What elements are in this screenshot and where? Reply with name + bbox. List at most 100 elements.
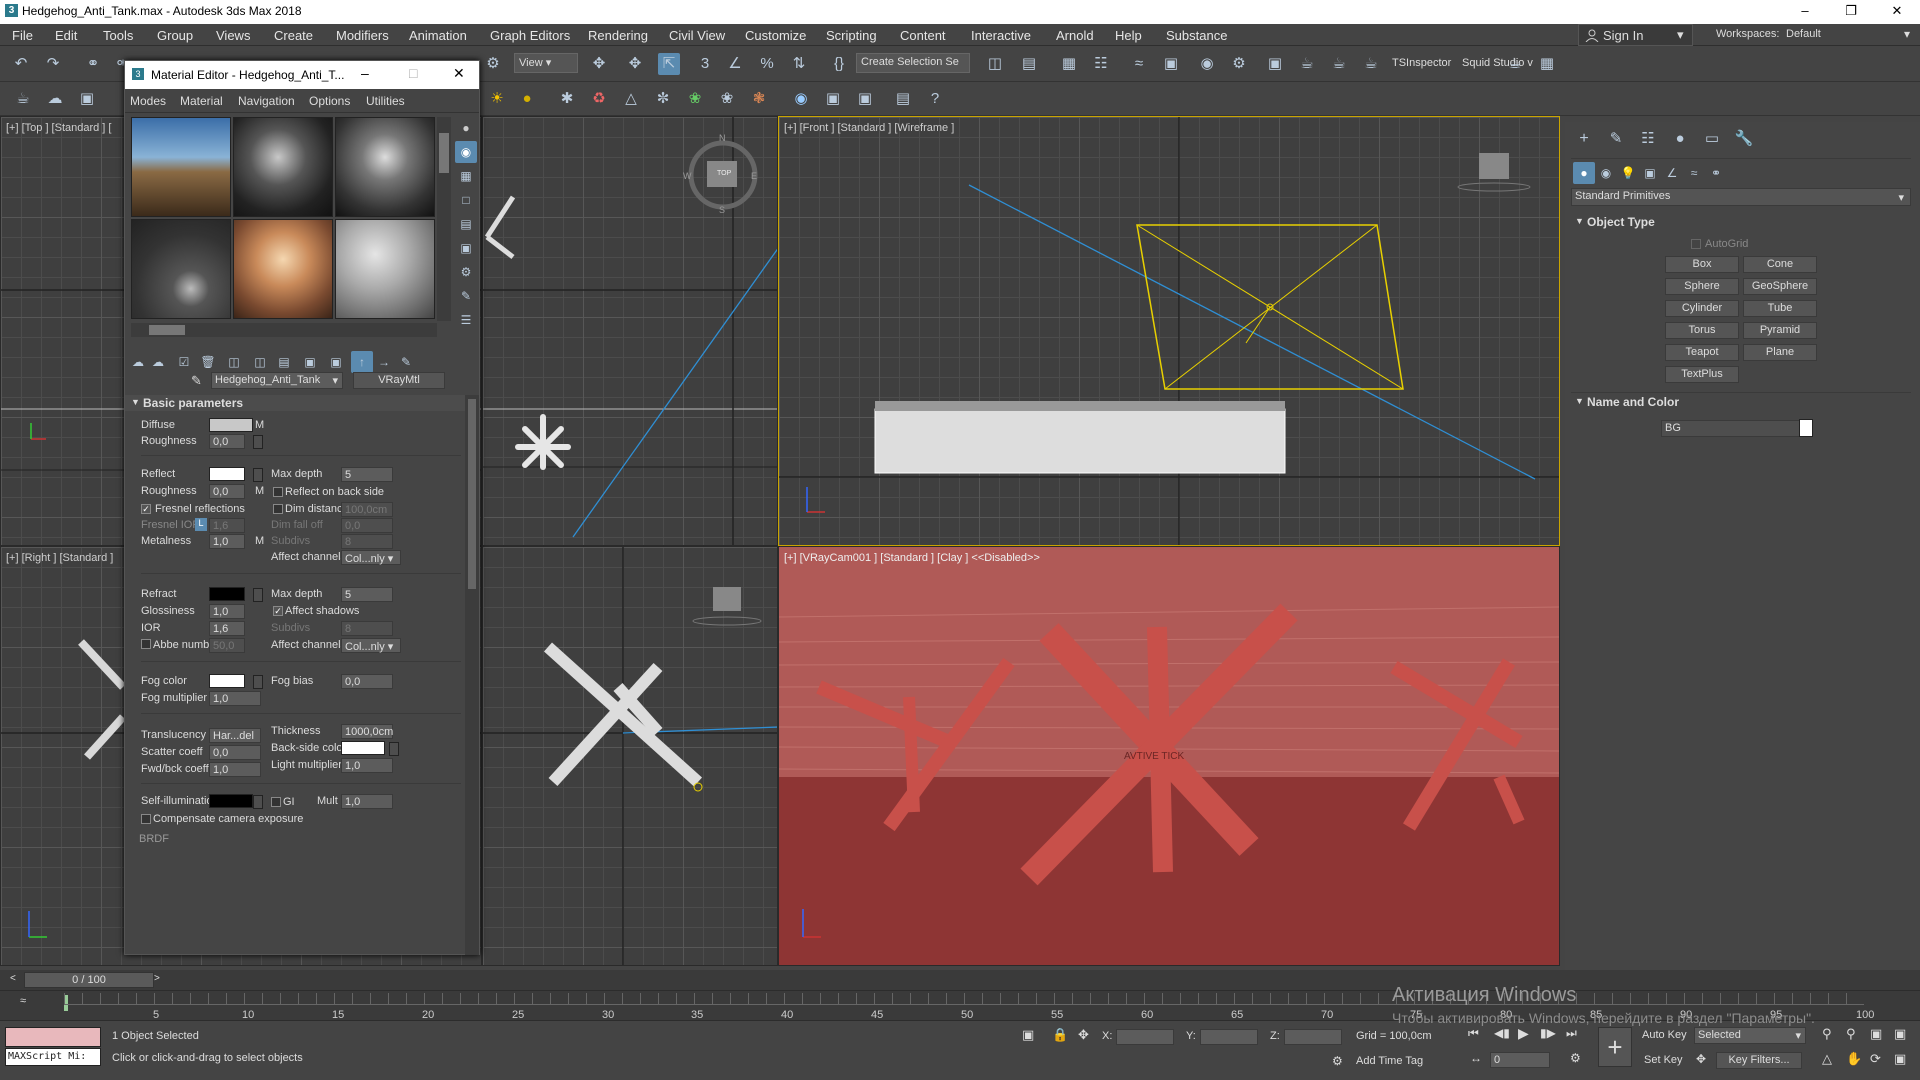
move-icon[interactable]: ✥ (624, 53, 646, 75)
name-and-color-rollout[interactable]: ▼ Name and Color (1571, 394, 1911, 410)
menu-help[interactable]: Help (1115, 28, 1142, 43)
menu-interactive[interactable]: Interactive (971, 28, 1031, 43)
snap-toggle-icon[interactable]: ⚙ (482, 53, 504, 75)
hairball-icon[interactable]: ❃ (748, 88, 770, 110)
menu-civil-view[interactable]: Civil View (669, 28, 725, 43)
viewport-top-label[interactable]: [+] [Top ] [Standard ] [ (6, 122, 111, 134)
light-multiplier-spinner[interactable]: 1,0 (341, 758, 393, 773)
metalness-spinner[interactable]: 1,0 (209, 534, 245, 549)
image-icon[interactable]: ▣ (76, 88, 98, 110)
assign-material-icon[interactable]: ☑ (173, 351, 195, 373)
cylinder-button[interactable]: Cylinder (1665, 300, 1739, 317)
grid-icon[interactable]: ▦ (1536, 53, 1558, 75)
create-tab-icon[interactable]: + (1573, 128, 1595, 150)
cameras-icon[interactable]: ▣ (1639, 162, 1661, 184)
refl-roughness-map-button[interactable]: M (255, 485, 264, 497)
get-material-icon[interactable]: ☁ (127, 351, 149, 373)
eyedropper-icon[interactable]: ✎ (191, 373, 202, 389)
menu-edit[interactable]: Edit (55, 28, 77, 43)
dim-falloff-spinner[interactable]: 0,0 (341, 518, 393, 533)
angle-snap-icon[interactable]: ∠ (724, 53, 746, 75)
helpers-icon[interactable]: ∠ (1661, 162, 1683, 184)
object-type-rollout[interactable]: ▼ Object Type (1571, 214, 1911, 230)
select-by-material-icon[interactable]: ✎ (455, 285, 477, 307)
workspaces-selector[interactable]: Workspaces: Default ▾ (1710, 24, 1920, 46)
go-to-end-icon[interactable]: ⏭ (1566, 1026, 1577, 1041)
viewport-front[interactable]: [+] [Front ] [Standard ] [Wireframe ] (778, 116, 1560, 546)
time-slider-thumb[interactable]: 0 / 100 (24, 972, 154, 988)
render-setup-icon[interactable]: ⚙ (1228, 53, 1250, 75)
background-icon[interactable]: ▦ (455, 165, 477, 187)
render-production-icon[interactable]: ☕ (1296, 53, 1318, 75)
key-set-dropdown[interactable]: Selected ▾ (1694, 1027, 1806, 1044)
pivot-icon[interactable]: ✥ (588, 53, 610, 75)
teapot-button[interactable]: Teapot (1665, 344, 1739, 361)
utilities-tab-icon[interactable]: 🔧 (1733, 128, 1755, 150)
mult-spinner[interactable]: 1,0 (341, 794, 393, 809)
backside-color-swatch[interactable] (341, 741, 385, 755)
material-id-icon[interactable]: ▤ (273, 351, 295, 373)
menu-content[interactable]: Content (900, 28, 946, 43)
layer-explorer-icon[interactable]: ▦ (1058, 53, 1080, 75)
key-mode-icon[interactable]: ↔ (1470, 1051, 1482, 1065)
menu-utilities[interactable]: Utilities (366, 94, 405, 108)
vray-toolbar-icon[interactable]: ▣ (854, 88, 876, 110)
material-navigator-icon[interactable]: ☰ (455, 309, 477, 331)
percent-snap-icon[interactable]: % (756, 53, 778, 75)
viewport-camera[interactable]: AVTIVE TICK [+] [VRayCam001 ] [Standard … (778, 546, 1560, 966)
fwd-bck-coeff-spinner[interactable]: 1,0 (209, 762, 261, 777)
fog-color-swatch[interactable] (209, 674, 245, 688)
diffuse-color-swatch[interactable] (209, 418, 253, 432)
schematic-view-icon[interactable]: ▣ (1160, 53, 1182, 75)
next-frame-icon[interactable]: > (154, 973, 160, 984)
maximize-button[interactable]: □ (409, 65, 417, 81)
menu-scripting[interactable]: Scripting (826, 28, 877, 43)
motion-tab-icon[interactable]: ● (1669, 128, 1691, 150)
autogrid-checkbox[interactable] (1691, 239, 1701, 249)
zoom-all-icon[interactable]: ⚲ (1846, 1026, 1856, 1042)
named-selection-set-dropdown[interactable]: Create Selection Se (856, 53, 970, 73)
brdf-rollout[interactable]: BRDF (139, 833, 169, 845)
menu-views[interactable]: Views (216, 28, 250, 43)
auto-key-button[interactable]: Auto Key (1642, 1029, 1690, 1045)
material-name-field[interactable]: Hedgehog_Anti_Tank ▾ (211, 372, 343, 389)
time-slider[interactable]: < 0 / 100 > (0, 970, 1920, 990)
edit-named-selection-icon[interactable]: {} (828, 53, 850, 75)
prev-frame-icon[interactable]: < (10, 973, 16, 984)
roughness-spinner[interactable]: 0,0 (209, 434, 245, 449)
menu-navigation[interactable]: Navigation (238, 94, 295, 108)
maxscript-listener-pink[interactable] (5, 1027, 101, 1047)
maximize-viewport-icon[interactable]: ▣ (1894, 1051, 1906, 1067)
curve-editor-icon[interactable]: ≈ (1128, 53, 1150, 75)
current-frame-field[interactable]: 0 (1490, 1052, 1550, 1068)
vray-proxy-icon[interactable]: ♻ (588, 88, 610, 110)
options-icon[interactable]: ⚙ (455, 261, 477, 283)
teapot-icon[interactable]: ☕ (12, 88, 34, 110)
teapot-render-icon[interactable]: ☕ (1360, 53, 1382, 75)
reset-map-icon[interactable]: 🗑 (197, 351, 219, 373)
sample-slots-scrollbar[interactable] (437, 117, 451, 321)
refract-subdivs-spinner[interactable]: 8 (341, 621, 393, 636)
object-name-field[interactable]: BG (1661, 420, 1801, 437)
viewport-front-label[interactable]: [+] [Front ] [Standard ] [Wireframe ] (784, 122, 954, 134)
sample-slot-4[interactable] (131, 219, 231, 319)
abbe-checkbox[interactable] (141, 639, 151, 649)
maximize-button[interactable]: ❐ (1828, 0, 1874, 24)
geosphere-button[interactable]: GeoSphere (1743, 278, 1817, 295)
orbit-icon[interactable]: ⟳ (1870, 1051, 1881, 1067)
refract-map-slot[interactable] (253, 588, 263, 602)
fog-multiplier-spinner[interactable]: 1,0 (209, 691, 261, 706)
sample-slot-2[interactable] (233, 117, 333, 217)
fresnel-ior-lock-button[interactable]: L (195, 518, 207, 531)
show-shaded-icon[interactable]: ▣ (299, 351, 321, 373)
subdivs-spinner[interactable]: 8 (341, 534, 393, 549)
zoom-icon[interactable]: ⚲ (1822, 1026, 1832, 1042)
reflect-max-depth-spinner[interactable]: 5 (341, 467, 393, 482)
menu-group[interactable]: Group (157, 28, 193, 43)
refract-color-swatch[interactable] (209, 587, 245, 601)
spinner-snap-icon[interactable]: ⇅ (788, 53, 810, 75)
abbe-spinner[interactable]: 50,0 (209, 638, 245, 653)
roughness-map-slot[interactable] (253, 435, 263, 449)
refract-max-depth-spinner[interactable]: 5 (341, 587, 393, 602)
put-to-library-icon[interactable]: ◫ (249, 351, 271, 373)
